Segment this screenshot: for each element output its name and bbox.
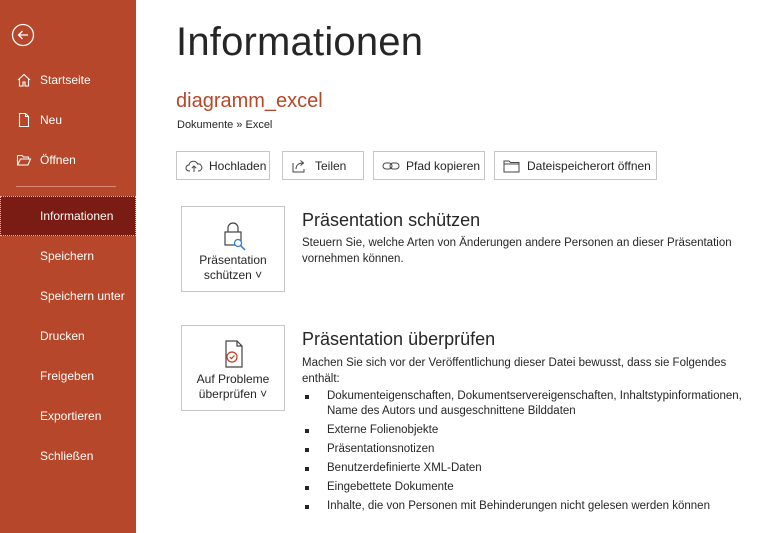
- sidebar-item-schliessen[interactable]: Schließen: [0, 436, 136, 476]
- sidebar-divider: [16, 186, 116, 187]
- list-item: Benutzerdefinierte XML-Daten: [302, 461, 742, 476]
- upload-button[interactable]: Hochladen: [176, 151, 270, 180]
- inspect-button-line2: überprüfen ˅: [198, 387, 268, 401]
- back-arrow-icon: [11, 23, 35, 47]
- inspect-section-description: Machen Sie sich vor der Veröffentlichung…: [302, 357, 727, 385]
- open-folder-icon: [15, 151, 33, 169]
- sidebar-item-exportieren[interactable]: Exportieren: [0, 396, 136, 436]
- protect-section-description: Steuern Sie, welche Arten von Änderungen…: [302, 237, 732, 265]
- share-icon: [291, 158, 309, 174]
- sidebar-item-drucken[interactable]: Drucken: [0, 316, 136, 356]
- file-name: diagramm_excel: [176, 90, 323, 112]
- new-document-icon: [15, 111, 33, 129]
- sidebar-item-oeffnen[interactable]: Öffnen: [0, 140, 136, 180]
- sidebar-item-label: Startseite: [40, 73, 91, 87]
- list-item: Präsentationsnotizen: [302, 442, 742, 457]
- inspect-button-label: Auf Probleme überprüfen ˅: [182, 372, 284, 402]
- list-item: Dokumenteigenschaften, Dokumentservereig…: [302, 389, 742, 419]
- lock-key-icon: [218, 219, 250, 251]
- sidebar-item-informationen[interactable]: Informationen: [0, 196, 136, 236]
- sidebar-item-freigeben[interactable]: Freigeben: [0, 356, 136, 396]
- share-button-label: Teilen: [315, 158, 347, 173]
- backstage-sidebar: Startseite Neu Öffnen Informationen Spei…: [0, 0, 136, 533]
- home-icon: [15, 71, 33, 89]
- sidebar-item-startseite[interactable]: Startseite: [0, 60, 136, 100]
- inspect-document-icon: [218, 338, 250, 370]
- protect-button-label: Präsentation schützen ˅: [182, 253, 284, 283]
- protect-presentation-button[interactable]: Präsentation schützen ˅: [181, 206, 285, 292]
- page-title: Informationen: [176, 20, 424, 64]
- copy-path-button[interactable]: Pfad kopieren: [373, 151, 485, 180]
- sidebar-item-speichern-unter[interactable]: Speichern unter: [0, 276, 136, 316]
- sidebar-item-label: Öffnen: [40, 153, 76, 167]
- sidebar-item-label: Speichern unter: [40, 289, 125, 303]
- list-item: Externe Folienobjekte: [302, 423, 742, 438]
- list-item: Eingebettete Dokumente: [302, 480, 742, 495]
- copy-path-button-label: Pfad kopieren: [406, 158, 481, 173]
- inspect-items-list: Dokumenteigenschaften, Dokumentservereig…: [302, 389, 742, 518]
- sidebar-item-label: Neu: [40, 113, 63, 127]
- folder-icon: [503, 158, 521, 174]
- open-file-location-button-label: Dateispeicherort öffnen: [527, 158, 651, 173]
- open-file-location-button[interactable]: Dateispeicherort öffnen: [494, 151, 657, 180]
- sidebar-item-label: Informationen: [40, 209, 114, 223]
- protect-section-title: Präsentation schützen: [302, 210, 481, 230]
- link-icon: [382, 158, 400, 174]
- back-button[interactable]: [11, 23, 35, 47]
- sidebar-item-label: Schließen: [40, 449, 94, 463]
- sidebar-item-label: Freigeben: [40, 369, 95, 383]
- info-pane: Informationen diagramm_excel Dokumente »…: [136, 0, 767, 533]
- sidebar-item-label: Exportieren: [40, 409, 102, 423]
- sidebar-item-neu[interactable]: Neu: [0, 100, 136, 140]
- sidebar-item-label: Drucken: [40, 329, 85, 343]
- sidebar-item-label: Speichern: [40, 249, 95, 263]
- upload-button-label: Hochladen: [209, 158, 267, 173]
- inspect-section-title: Präsentation überprüfen: [302, 329, 496, 349]
- protect-button-line1: Präsentation: [199, 253, 267, 267]
- sidebar-item-speichern[interactable]: Speichern: [0, 236, 136, 276]
- breadcrumb: Dokumente » Excel: [177, 119, 273, 131]
- cloud-upload-icon: [185, 158, 203, 174]
- list-item: Inhalte, die von Personen mit Behinderun…: [302, 499, 742, 514]
- check-for-issues-button[interactable]: Auf Probleme überprüfen ˅: [181, 325, 285, 411]
- share-button[interactable]: Teilen: [282, 151, 364, 180]
- protect-button-line2: schützen ˅: [203, 268, 263, 282]
- inspect-button-line1: Auf Probleme: [196, 372, 270, 386]
